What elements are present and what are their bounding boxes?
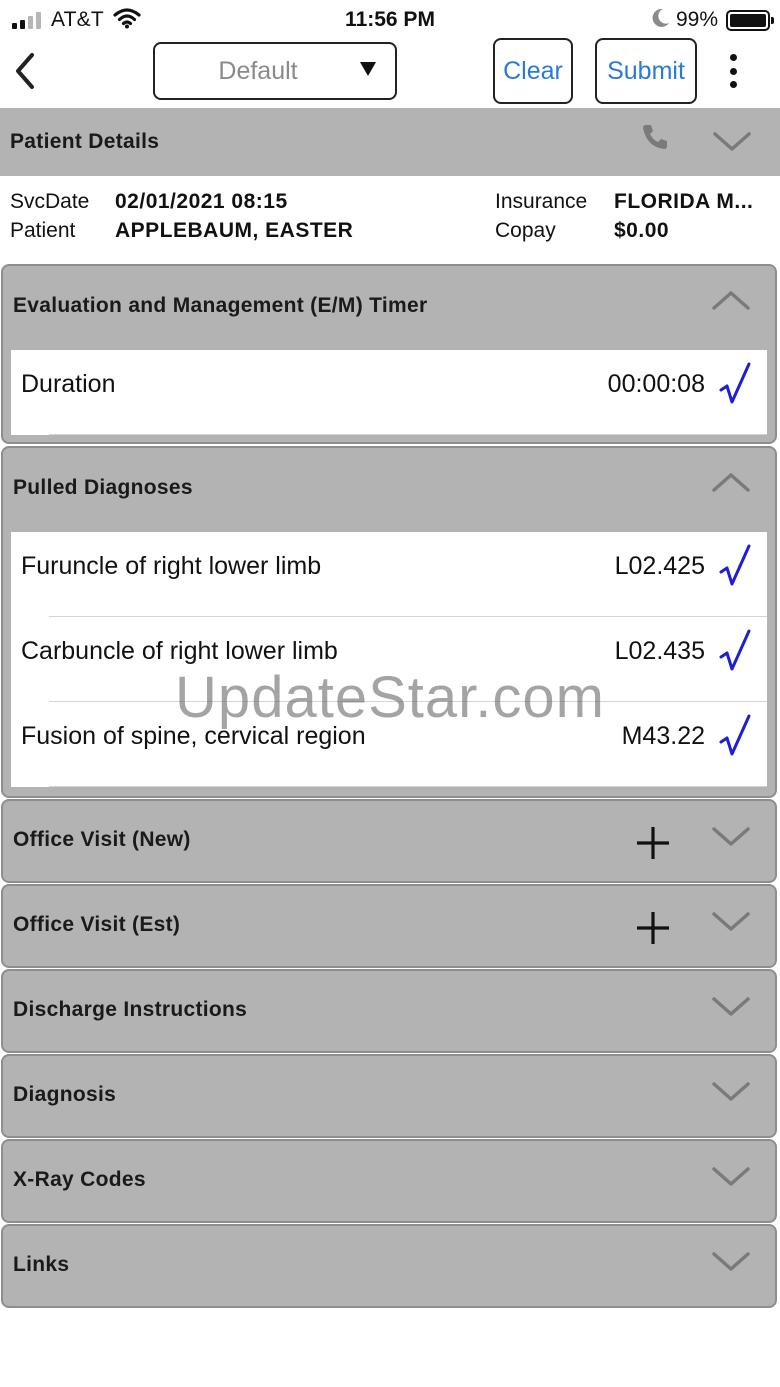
list-item[interactable]: Duration 00:00:08 <box>11 350 767 435</box>
chevron-down-icon[interactable] <box>711 1080 751 1109</box>
toolbar: Default Clear Submit <box>0 38 780 106</box>
row-label: Duration <box>21 370 116 398</box>
section-title: Office Visit (New) <box>13 828 191 851</box>
section-x-ray-codes[interactable]: X-Ray Codes <box>1 1139 777 1223</box>
pulled-diagnoses-header[interactable]: Pulled Diagnoses <box>3 448 775 532</box>
section-title: Office Visit (Est) <box>13 913 181 936</box>
svc-date-label: SvcDate <box>10 190 90 213</box>
clear-button[interactable]: Clear <box>493 38 573 104</box>
checkmark-icon[interactable] <box>719 360 753 413</box>
chevron-up-icon[interactable] <box>711 470 751 499</box>
list-item[interactable]: Furuncle of right lower limb L02.425 <box>11 532 767 617</box>
list-item[interactable]: Carbuncle of right lower limb L02.435 <box>11 617 767 702</box>
diagnosis-label: Fusion of spine, cervical region <box>21 722 366 750</box>
section-office-visit-new[interactable]: Office Visit (New) <box>1 799 777 883</box>
phone-icon[interactable] <box>640 122 670 157</box>
list-item[interactable]: Fusion of spine, cervical region M43.22 <box>11 702 767 787</box>
copay-label: Copay <box>495 219 556 242</box>
dropdown-arrow-icon <box>359 60 377 83</box>
checkmark-icon[interactable] <box>719 712 753 765</box>
em-timer-body: Duration 00:00:08 <box>11 350 767 435</box>
patient-details-header[interactable]: Patient Details <box>0 108 780 176</box>
patient-name: APPLEBAUM, EASTER <box>115 219 354 242</box>
chevron-left-icon <box>16 53 34 89</box>
section-discharge-instructions[interactable]: Discharge Instructions <box>1 969 777 1053</box>
diagnosis-code: L02.435 <box>614 637 705 665</box>
chevron-down-icon[interactable] <box>711 910 751 939</box>
patient-label: Patient <box>10 219 76 242</box>
checkmark-icon[interactable] <box>719 542 753 595</box>
diagnosis-code: L02.425 <box>614 552 705 580</box>
chevron-down-icon[interactable] <box>711 995 751 1024</box>
section-title: Links <box>13 1253 70 1276</box>
row-value: 00:00:08 <box>607 370 705 398</box>
pulled-diagnoses-body: Furuncle of right lower limb L02.425 Car… <box>11 532 767 787</box>
insurance-label: Insurance <box>495 190 588 213</box>
insurance-value: FLORIDA M... <box>614 190 754 213</box>
plus-icon[interactable] <box>635 825 671 866</box>
chevron-down-icon[interactable] <box>711 1165 751 1194</box>
chevron-up-icon[interactable] <box>711 288 751 317</box>
back-button[interactable] <box>8 48 42 94</box>
section-title: Diagnosis <box>13 1083 117 1106</box>
section-title: Discharge Instructions <box>13 998 248 1021</box>
copay-value: $0.00 <box>614 219 670 242</box>
chevron-down-icon[interactable] <box>711 825 751 854</box>
pulled-diagnoses-title: Pulled Diagnoses <box>13 476 193 499</box>
svc-date-value: 02/01/2021 08:15 <box>115 190 288 213</box>
diagnosis-label: Furuncle of right lower limb <box>21 552 322 580</box>
submit-button[interactable]: Submit <box>595 38 697 104</box>
chevron-down-icon[interactable] <box>712 130 752 159</box>
battery-percent: 99% <box>675 8 718 31</box>
patient-details-title: Patient Details <box>10 130 160 153</box>
moon-icon <box>652 8 670 33</box>
section-links[interactable]: Links <box>1 1224 777 1308</box>
chevron-down-icon[interactable] <box>711 1250 751 1279</box>
vertical-dots-icon <box>729 54 737 61</box>
diagnosis-code: M43.22 <box>621 722 705 750</box>
plus-icon[interactable] <box>635 910 671 951</box>
battery-icon <box>726 9 774 31</box>
em-timer-section: Evaluation and Management (E/M) Timer Du… <box>1 264 777 444</box>
status-bar: AT&T 11:56 PM 99% <box>0 0 780 40</box>
section-title: X-Ray Codes <box>13 1168 146 1191</box>
em-timer-title: Evaluation and Management (E/M) Timer <box>13 294 428 317</box>
more-options-button[interactable] <box>720 50 746 92</box>
pulled-diagnoses-section: Pulled Diagnoses Furuncle of right lower… <box>1 446 777 798</box>
section-office-visit-est[interactable]: Office Visit (Est) <box>1 884 777 968</box>
section-diagnosis[interactable]: Diagnosis <box>1 1054 777 1138</box>
template-select-value: Default <box>218 57 298 85</box>
checkmark-icon[interactable] <box>719 627 753 680</box>
template-select[interactable]: Default <box>153 42 397 100</box>
diagnosis-label: Carbuncle of right lower limb <box>21 637 338 665</box>
em-timer-header[interactable]: Evaluation and Management (E/M) Timer <box>3 266 775 350</box>
